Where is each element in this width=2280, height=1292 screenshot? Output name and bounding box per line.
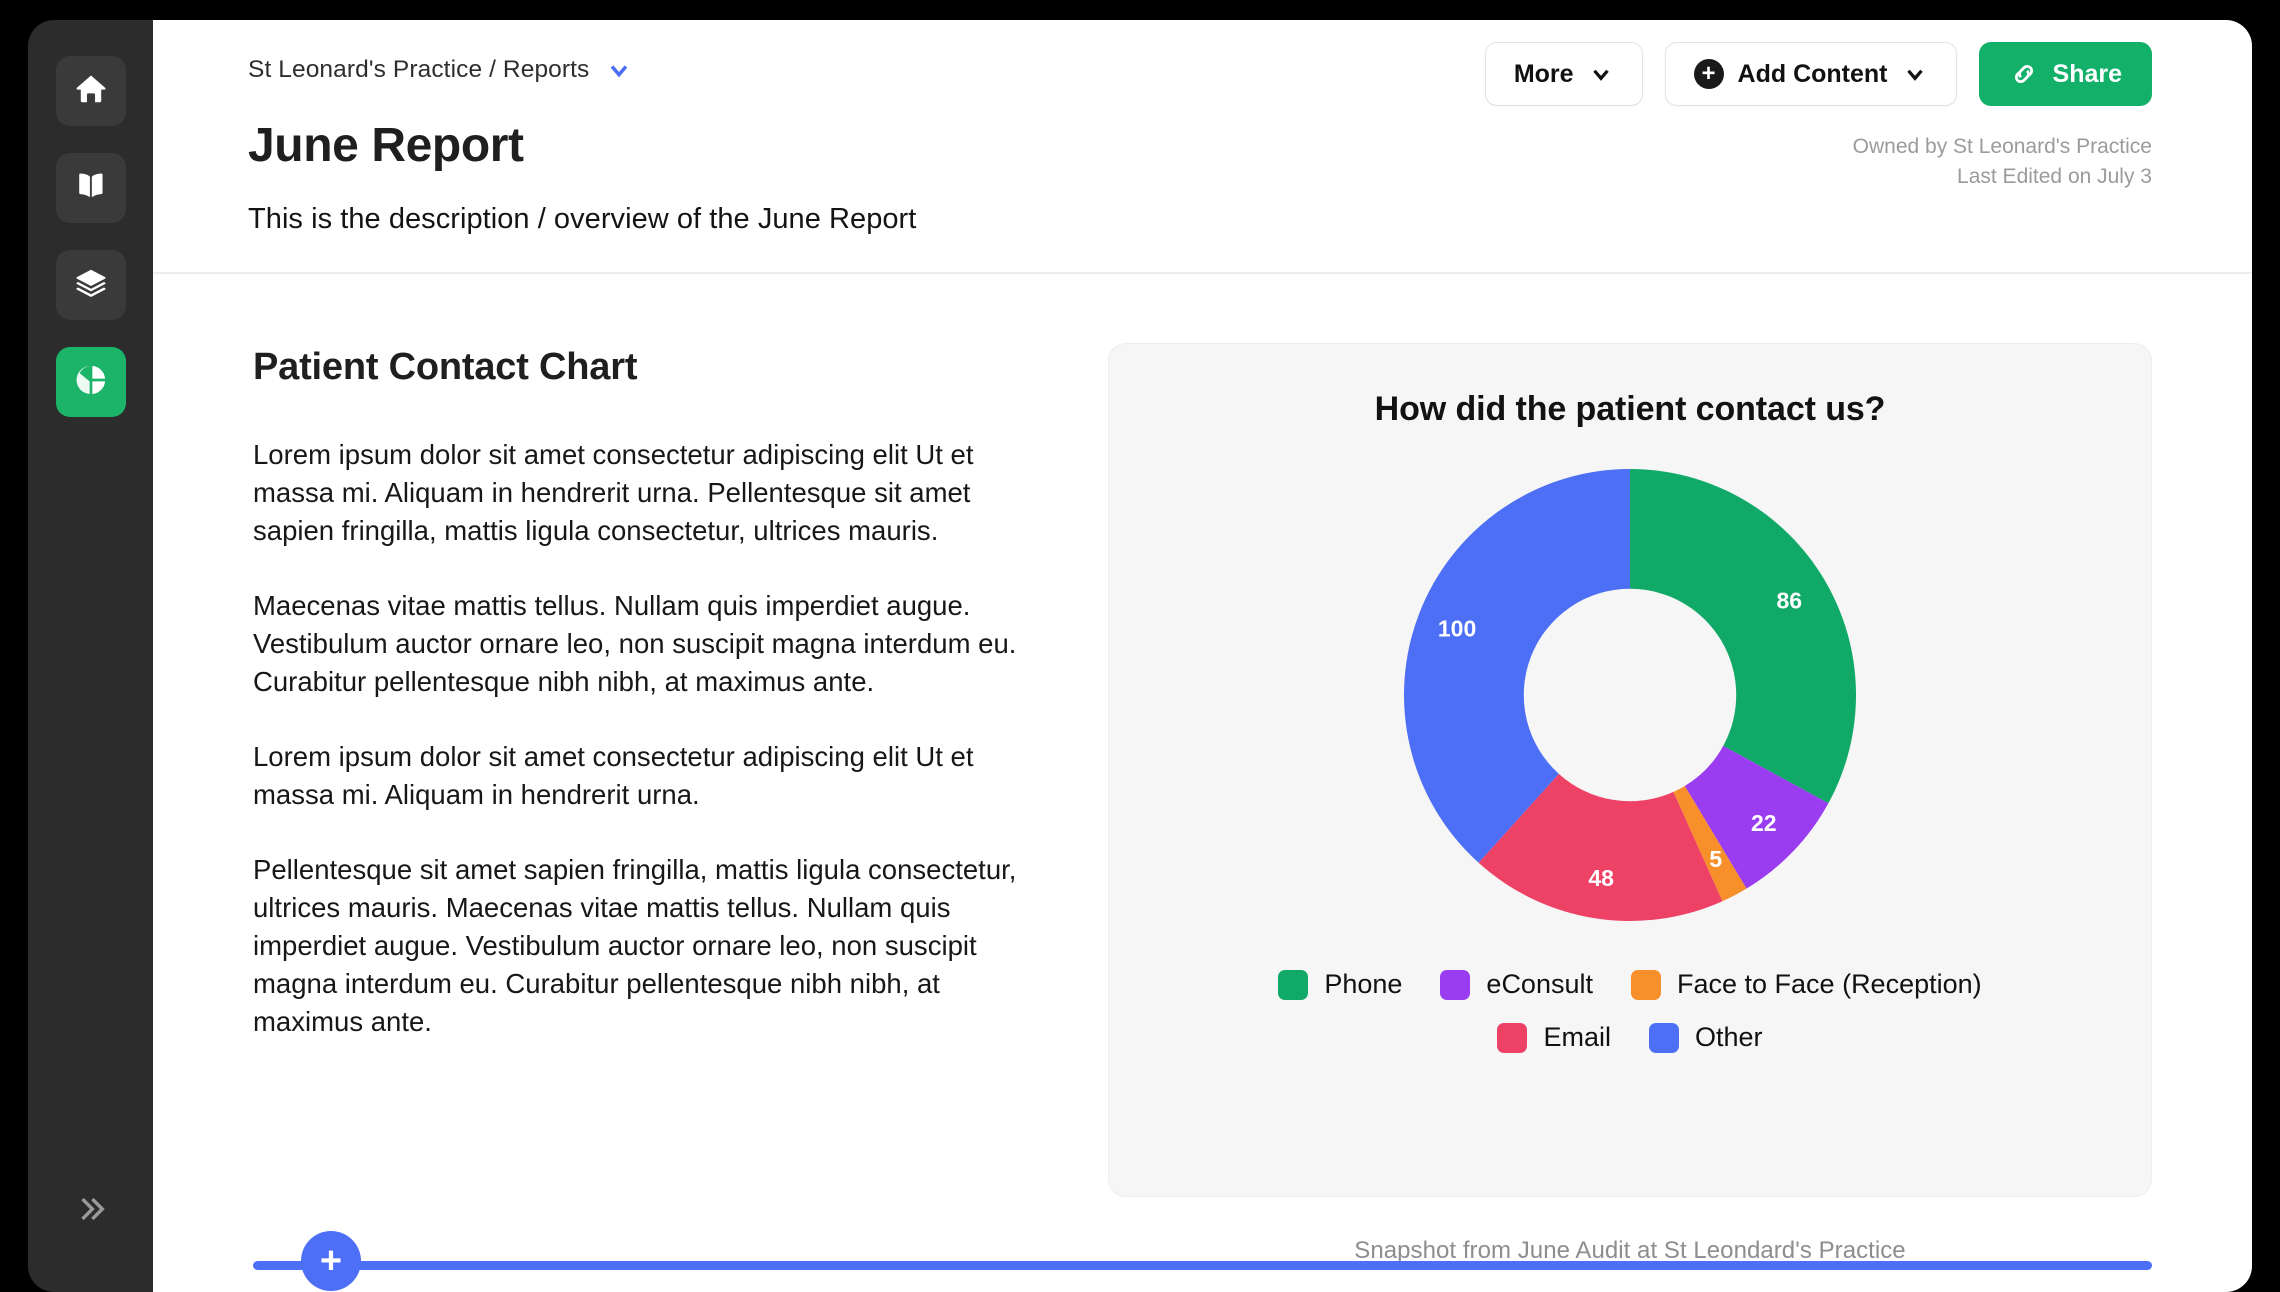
block-insertion-bar[interactable]: + xyxy=(253,1231,2152,1291)
app-window: St Leonard's Practice / Reports June Rep… xyxy=(0,0,2280,1292)
legend-label: Phone xyxy=(1324,969,1403,999)
legend-item[interactable]: Email xyxy=(1497,1022,1611,1053)
article-paragraph: Maecenas vitae mattis tellus. Nullam qui… xyxy=(253,590,1017,697)
header-toolbar: More + Add Content Share xyxy=(1484,42,2152,106)
article-paragraph: Pellentesque sit amet sapien fringilla, … xyxy=(253,854,1017,1037)
donut-slice[interactable] xyxy=(1630,469,1856,804)
left-sidebar xyxy=(28,20,153,1292)
donut-chart: 86 22 5 48 100 xyxy=(1404,469,1856,921)
document-body: Patient Contact Chart Lorem ipsum dolor … xyxy=(153,273,2252,1292)
donut-chart-svg: 86 22 5 48 100 xyxy=(1404,469,1856,921)
more-button-label: More xyxy=(1513,59,1574,88)
add-content-button[interactable]: + Add Content xyxy=(1664,42,1957,106)
page-description: This is the description / overview of th… xyxy=(248,203,917,235)
legend-swatch xyxy=(1631,969,1661,1000)
more-button[interactable]: More xyxy=(1484,42,1643,106)
sidebar-item-reports[interactable] xyxy=(55,347,126,417)
legend-label: Email xyxy=(1543,1022,1611,1052)
chart-legend: Phone eConsult Face to Face (Reception) Ema… xyxy=(1139,969,2121,1053)
owner-label: Owned by St Leonard's Practice xyxy=(1852,135,2152,158)
legend-label: Face to Face (Reception) xyxy=(1677,969,1982,999)
add-block-button[interactable]: + xyxy=(301,1231,361,1291)
donut-slice-label: 86 xyxy=(1777,587,1803,613)
legend-item[interactable]: Other xyxy=(1648,1022,1763,1053)
share-button-label: Share xyxy=(2052,59,2122,88)
document-meta: Owned by St Leonard's Practice Last Edit… xyxy=(1853,132,2152,193)
sidebar-item-home[interactable] xyxy=(55,56,126,126)
legend-row: Phone eConsult Face to Face (Reception) xyxy=(1278,969,1982,1000)
chart-card: How did the patient contact us? 86 22 5 48 1… xyxy=(1108,343,2152,1197)
donut-slice-label: 48 xyxy=(1588,865,1614,891)
donut-slice-label: 100 xyxy=(1438,615,1476,641)
donut-slice-label: 22 xyxy=(1751,810,1777,836)
pie-chart-icon xyxy=(73,362,109,403)
chevron-down-icon xyxy=(1588,61,1614,87)
chevron-down-icon[interactable] xyxy=(605,56,633,84)
double-chevron-right-icon xyxy=(74,1192,108,1231)
section-heading: Patient Contact Chart xyxy=(253,346,638,388)
article-column: Patient Contact Chart Lorem ipsum dolor … xyxy=(248,307,1048,1292)
legend-label: Other xyxy=(1694,1022,1763,1052)
sidebar-item-layers[interactable] xyxy=(55,250,126,320)
sidebar-expand-button[interactable] xyxy=(62,1182,120,1240)
legend-swatch xyxy=(1497,1022,1528,1053)
add-content-button-label: Add Content xyxy=(1737,59,1888,88)
home-icon xyxy=(73,71,109,112)
legend-item[interactable]: Face to Face (Reception) xyxy=(1631,969,1982,1000)
legend-swatch xyxy=(1648,1022,1679,1053)
legend-item[interactable]: Phone xyxy=(1278,969,1402,1000)
legend-row: Email Other xyxy=(1497,1022,1763,1053)
donut-slice-label: 5 xyxy=(1709,846,1722,872)
legend-swatch xyxy=(1278,969,1309,1000)
document-canvas: St Leonard's Practice / Reports June Rep… xyxy=(153,20,2252,1292)
layers-icon xyxy=(73,265,109,306)
article-paragraph: Lorem ipsum dolor sit amet consectetur a… xyxy=(253,741,974,810)
link-icon xyxy=(2009,59,2039,89)
legend-swatch xyxy=(1440,969,1471,1000)
sidebar-item-library[interactable] xyxy=(55,153,126,223)
chevron-down-icon xyxy=(1902,61,1928,87)
chart-column: How did the patient contact us? 86 22 5 48 1… xyxy=(1108,307,2152,1292)
legend-item[interactable]: eConsult xyxy=(1440,969,1593,1000)
book-icon xyxy=(73,168,109,209)
breadcrumb-label[interactable]: St Leonard's Practice / Reports xyxy=(248,56,589,84)
article-paragraph: Lorem ipsum dolor sit amet consectetur a… xyxy=(253,439,974,546)
chart-title: How did the patient contact us? xyxy=(1374,390,1886,428)
share-button[interactable]: Share xyxy=(1978,42,2152,106)
last-edited-label: Last Edited on July 3 xyxy=(1957,165,2152,189)
plus-circle-icon: + xyxy=(1693,59,1724,89)
document-header: St Leonard's Practice / Reports June Rep… xyxy=(153,20,2252,274)
legend-label: eConsult xyxy=(1486,969,1593,999)
